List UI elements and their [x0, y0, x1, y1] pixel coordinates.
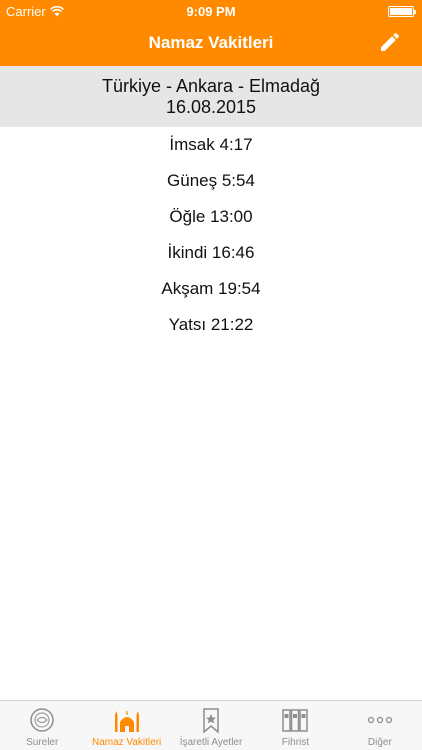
tab-label: Sureler — [26, 737, 59, 748]
tab-label: İşaretli Ayetler — [179, 737, 243, 748]
prayer-time-yatsi: Yatsı 21:22 — [168, 315, 254, 334]
binders-icon — [282, 709, 309, 732]
tab-bar: Sureler Namaz Vakitleri İşaretli Ayetler… — [0, 700, 422, 750]
tab-label: Fihrist — [281, 737, 310, 748]
tab-diger[interactable]: Diğer — [338, 701, 422, 750]
location-place: Türkiye - Ankara - Elmadağ — [101, 76, 321, 96]
tab-namaz-vakitleri[interactable]: Namaz Vakitleri — [84, 701, 168, 750]
prayer-time-ogle: Öğle 13:00 — [169, 207, 253, 226]
tab-label: Diğer — [367, 737, 392, 748]
tab-fihrist[interactable]: Fihrist — [253, 701, 337, 750]
page-title: Namaz Vakitleri — [148, 33, 274, 52]
prayer-time-aksam: Akşam 19:54 — [161, 279, 261, 298]
navigation-bar: Carrier 9:09 PM Namaz Vakitleri — [0, 0, 422, 66]
bookmark-icon — [203, 708, 219, 734]
prayer-time-imsak: İmsak 4:17 — [169, 135, 253, 154]
tab-isaretli-ayetler[interactable]: İşaretli Ayetler — [169, 701, 253, 750]
more-icon — [367, 716, 392, 724]
battery-icon — [388, 6, 416, 17]
status-time: 9:09 PM — [186, 4, 236, 19]
mosque-icon — [114, 711, 139, 732]
status-bar: Carrier 9:09 PM — [0, 0, 422, 22]
prayer-time-gunes: Güneş 5:54 — [167, 171, 255, 190]
prayer-times-list: İmsak 4:17 Güneş 5:54 Öğle 13:00 İkindi … — [0, 127, 422, 343]
prayer-time-ikindi: İkindi 16:46 — [167, 243, 255, 262]
tab-sureler[interactable]: Sureler — [0, 701, 84, 750]
pencil-icon[interactable] — [378, 30, 402, 54]
quran-icon — [30, 708, 54, 732]
location-date: 16.08.2015 — [165, 97, 257, 117]
location-header: Türkiye - Ankara - Elmadağ 16.08.2015 — [0, 66, 422, 127]
tab-label: Namaz Vakitleri — [91, 737, 162, 748]
